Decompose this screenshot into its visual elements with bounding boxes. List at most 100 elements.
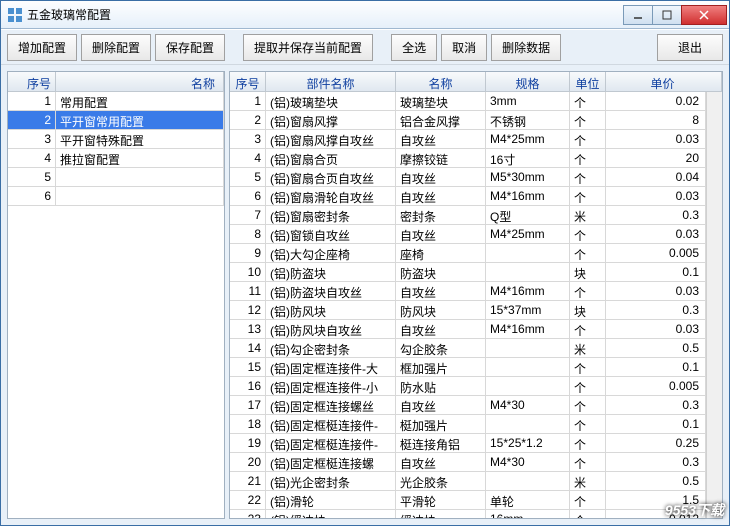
detail-row[interactable]: 2(铝)窗扇风撑铝合金风撑不锈钢个8 [230,111,706,130]
detail-row[interactable]: 22(铝)滑轮平滑轮单轮个1.5 [230,491,706,510]
cell-name: 常用配置 [56,92,224,110]
cell-price: 20 [606,149,706,167]
close-button[interactable] [681,5,727,25]
cell-name: 平开窗特殊配置 [56,130,224,148]
detail-row[interactable]: 11(铝)防盗块自攻丝自攻丝M4*16mm个0.03 [230,282,706,301]
cell-seq: 21 [230,472,266,490]
detail-row[interactable]: 20(铝)固定框梃连接螺自攻丝M4*30个0.3 [230,453,706,472]
detail-row[interactable]: 23(铝)缓冲块缓冲块16mm个0.012 [230,510,706,518]
cell-price: 0.012 [606,510,706,518]
cell-unit: 个 [570,434,606,452]
cell-unit: 个 [570,491,606,509]
select-all-button[interactable]: 全选 [391,34,437,61]
cancel-button[interactable]: 取消 [441,34,487,61]
config-row[interactable]: 2平开窗常用配置 [8,111,224,130]
config-row[interactable]: 3平开窗特殊配置 [8,130,224,149]
config-row[interactable]: 1常用配置 [8,92,224,111]
cell-spec: 16寸 [486,149,570,167]
detail-row[interactable]: 21(铝)光企密封条光企胶条米0.5 [230,472,706,491]
maximize-button[interactable] [652,5,682,25]
detail-row[interactable]: 7(铝)窗扇密封条密封条Q型米0.3 [230,206,706,225]
cell-part: (铝)防风块自攻丝 [266,320,396,338]
cell-part: (铝)防盗块 [266,263,396,281]
cell-part: (铝)固定框梃连接螺 [266,453,396,471]
cell-price: 0.02 [606,92,706,110]
vertical-scrollbar[interactable] [706,92,722,518]
cell-part: (铝)大勾企座椅 [266,244,396,262]
titlebar: 五金玻璃常配置 [1,1,729,29]
cell-price: 0.04 [606,168,706,186]
detail-row[interactable]: 10(铝)防盗块防盗块块0.1 [230,263,706,282]
save-config-button[interactable]: 保存配置 [155,34,225,61]
detail-row[interactable]: 14(铝)勾企密封条勾企胶条米0.5 [230,339,706,358]
cell-price: 0.5 [606,472,706,490]
cell-name: 防盗块 [396,263,486,281]
cell-part: (铝)窗扇风撑自攻丝 [266,130,396,148]
cell-price: 0.03 [606,225,706,243]
cell-unit: 个 [570,130,606,148]
cell-seq: 3 [8,130,56,148]
detail-row[interactable]: 8(铝)窗锁自攻丝自攻丝M4*25mm个0.03 [230,225,706,244]
detail-row[interactable]: 1(铝)玻璃垫块玻璃垫块3mm个0.02 [230,92,706,111]
cell-spec: 16mm [486,510,570,518]
col-name: 名称 [396,72,486,91]
config-list-body[interactable]: 1常用配置2平开窗常用配置3平开窗特殊配置4推拉窗配置56 [8,92,224,518]
detail-row[interactable]: 4(铝)窗扇合页摩擦铰链16寸个20 [230,149,706,168]
cell-name: 自攻丝 [396,187,486,205]
detail-row[interactable]: 17(铝)固定框连接螺丝自攻丝M4*30个0.3 [230,396,706,415]
cell-price: 8 [606,111,706,129]
detail-row[interactable]: 13(铝)防风块自攻丝自攻丝M4*16mm个0.03 [230,320,706,339]
col-seq: 序号 [230,72,266,91]
col-name: 名称 [56,72,224,91]
cell-name: 自攻丝 [396,453,486,471]
cell-seq: 22 [230,491,266,509]
cell-part: (铝)固定框连接螺丝 [266,396,396,414]
cell-name: 平滑轮 [396,491,486,509]
cell-unit: 个 [570,510,606,518]
detail-body[interactable]: 1(铝)玻璃垫块玻璃垫块3mm个0.022(铝)窗扇风撑铝合金风撑不锈钢个83(… [230,92,706,518]
detail-row[interactable]: 5(铝)窗扇合页自攻丝自攻丝M5*30mm个0.04 [230,168,706,187]
cell-price: 0.3 [606,206,706,224]
cell-seq: 1 [8,92,56,110]
config-row[interactable]: 4推拉窗配置 [8,149,224,168]
delete-data-button[interactable]: 删除数据 [491,34,561,61]
detail-row[interactable]: 6(铝)窗扇滑轮自攻丝自攻丝M4*16mm个0.03 [230,187,706,206]
config-row[interactable]: 5 [8,168,224,187]
cell-spec: M5*30mm [486,168,570,186]
cell-spec: M4*16mm [486,320,570,338]
cell-seq: 20 [230,453,266,471]
detail-panel: 序号 部件名称 名称 规格 单位 单价 1(铝)玻璃垫块玻璃垫块3mm个0.02… [229,71,723,519]
minimize-button[interactable] [623,5,653,25]
cell-seq: 18 [230,415,266,433]
detail-row[interactable]: 16(铝)固定框连接件-小防水贴个0.005 [230,377,706,396]
cell-price: 0.03 [606,320,706,338]
cell-unit: 个 [570,168,606,186]
cell-price: 0.3 [606,396,706,414]
exit-button[interactable]: 退出 [657,34,723,61]
cell-price: 0.1 [606,263,706,281]
col-part: 部件名称 [266,72,396,91]
cell-part: (铝)防盗块自攻丝 [266,282,396,300]
window-title: 五金玻璃常配置 [27,6,624,23]
cell-seq: 2 [8,111,56,129]
detail-row[interactable]: 3(铝)窗扇风撑自攻丝自攻丝M4*25mm个0.03 [230,130,706,149]
add-config-button[interactable]: 增加配置 [7,34,77,61]
cell-part: (铝)玻璃垫块 [266,92,396,110]
detail-row[interactable]: 12(铝)防风块防风块15*37mm块0.3 [230,301,706,320]
extract-save-button[interactable]: 提取并保存当前配置 [243,34,373,61]
col-unit: 单位 [570,72,606,91]
cell-name: 密封条 [396,206,486,224]
config-row[interactable]: 6 [8,187,224,206]
delete-config-button[interactable]: 删除配置 [81,34,151,61]
cell-name: 自攻丝 [396,130,486,148]
detail-row[interactable]: 9(铝)大勾企座椅座椅个0.005 [230,244,706,263]
cell-unit: 个 [570,282,606,300]
cell-unit: 个 [570,377,606,395]
cell-name [56,187,224,205]
cell-unit: 个 [570,244,606,262]
detail-row[interactable]: 19(铝)固定框梃连接件-梃连接角铝15*25*1.2个0.25 [230,434,706,453]
detail-row[interactable]: 15(铝)固定框连接件-大框加强片个0.1 [230,358,706,377]
cell-unit: 米 [570,206,606,224]
cell-price: 1.5 [606,491,706,509]
detail-row[interactable]: 18(铝)固定框梃连接件-梃加强片个0.1 [230,415,706,434]
